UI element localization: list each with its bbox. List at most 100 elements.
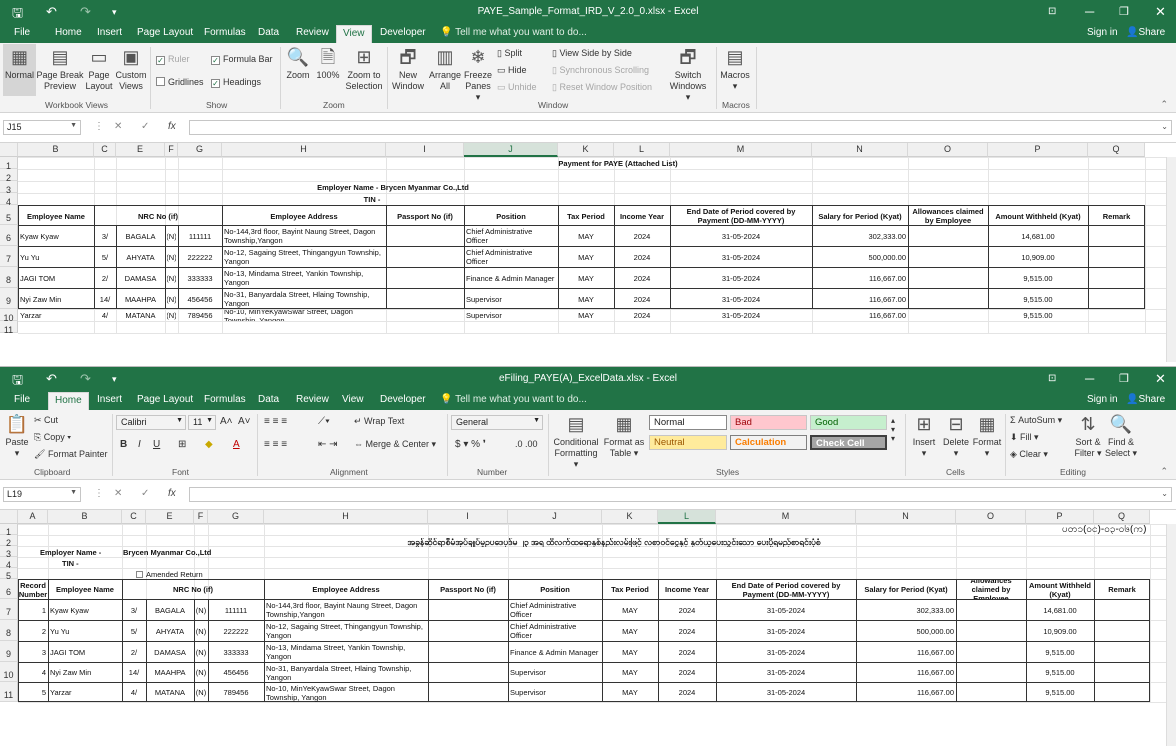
font-name-select[interactable]: Calibri ▼ xyxy=(116,415,186,430)
reset-window-position-button[interactable]: ▯ Reset Window Position xyxy=(552,82,652,93)
style-calculation[interactable]: Calculation xyxy=(730,435,807,450)
worksheet-grid[interactable]: A B C E F G H I J K L M N O P Q 1 2 3 4 5 6 7 8 9 10 11 ပတ၁(ဝင)-ဝ၃-… xyxy=(0,510,1176,746)
gridlines-checkbox[interactable]: Gridlines xyxy=(156,77,204,87)
clear-button[interactable]: ◈ Clear ▾ xyxy=(1010,449,1048,460)
checkbox-icon[interactable] xyxy=(136,571,143,578)
freeze-panes-button[interactable]: ❄ Freeze Panes ▾ xyxy=(463,46,493,103)
column-header[interactable]: C xyxy=(122,510,146,524)
cancel-icon[interactable]: ✕ xyxy=(114,488,122,499)
tab-formulas[interactable]: Formulas xyxy=(204,394,246,405)
row-header[interactable]: 11 xyxy=(0,682,18,702)
column-header[interactable]: A xyxy=(18,510,48,524)
name-box[interactable]: J15 ▼ xyxy=(3,120,81,135)
column-header[interactable]: K xyxy=(602,510,658,524)
bold-button[interactable]: B xyxy=(120,439,127,450)
column-header[interactable]: P xyxy=(1026,510,1094,524)
row-header[interactable]: 10 xyxy=(0,662,18,682)
cut-button[interactable]: ✂ Cut xyxy=(34,415,58,426)
delete-cells-button[interactable]: ⊟ Delete ▾ xyxy=(940,413,972,459)
column-header[interactable]: L xyxy=(614,143,670,157)
worksheet-grid[interactable]: B C E F G H I J K L M N O P Q 1 2 3 4 5 6 7 8 9 10 11 Payment for … xyxy=(0,143,1176,362)
fill-button[interactable]: ⬇ Fill ▾ xyxy=(1010,432,1039,443)
ribbon-display-icon[interactable]: ⊡ xyxy=(1048,373,1056,384)
format-cells-button[interactable]: ▦ Format ▾ xyxy=(972,413,1002,459)
wrap-text-button[interactable]: ↵ Wrap Text xyxy=(354,416,404,427)
column-header[interactable]: I xyxy=(386,143,464,157)
name-box[interactable]: L19 ▼ xyxy=(3,487,81,502)
underline-button[interactable]: U xyxy=(153,439,160,450)
formula-input[interactable] xyxy=(189,120,1172,135)
style-normal[interactable]: Normal xyxy=(649,415,727,430)
select-all-corner[interactable] xyxy=(0,510,18,524)
tab-page-layout[interactable]: Page Layout xyxy=(137,27,193,38)
column-header[interactable]: M xyxy=(716,510,856,524)
new-window-button[interactable]: 🗗 New Window xyxy=(390,46,426,92)
column-header[interactable]: G xyxy=(178,143,222,157)
style-check-cell[interactable]: Check Cell xyxy=(810,435,887,450)
tab-view[interactable]: View xyxy=(342,394,364,405)
restore-icon[interactable]: ❐ xyxy=(1119,5,1129,18)
currency-icon[interactable]: $ ▾ % ❜ xyxy=(455,439,486,450)
column-header[interactable]: J xyxy=(464,143,558,157)
decimal-icon[interactable]: .0 .00 xyxy=(515,439,538,449)
headings-checkbox[interactable]: ✓ Headings xyxy=(211,77,261,88)
vertical-scrollbar[interactable] xyxy=(1166,524,1176,746)
row-header[interactable]: 4 xyxy=(0,557,18,570)
row-header[interactable]: 6 xyxy=(0,579,18,599)
row-header[interactable]: 6 xyxy=(0,225,18,246)
borders-icon[interactable]: ⊞ xyxy=(178,439,186,450)
styles-scroll-icon[interactable]: ▴ ▾ ▾ xyxy=(891,416,895,443)
decrease-font-icon[interactable]: A˅ xyxy=(238,416,251,427)
tab-file[interactable]: File xyxy=(14,394,30,405)
tab-formulas[interactable]: Formulas xyxy=(204,27,246,38)
restore-icon[interactable]: ❐ xyxy=(1119,372,1129,385)
tab-data[interactable]: Data xyxy=(258,27,279,38)
zoom-button[interactable]: 🔍 Zoom xyxy=(284,46,312,81)
column-header[interactable]: B xyxy=(48,510,122,524)
insert-function-icon[interactable]: fx xyxy=(168,121,176,132)
row-header[interactable]: 5 xyxy=(0,568,18,581)
format-as-table-button[interactable]: ▦ Format as Table ▾ xyxy=(603,413,645,459)
column-header[interactable]: B xyxy=(18,143,94,157)
copy-button[interactable]: ⎘ Copy ▾ xyxy=(34,432,71,443)
autosum-button[interactable]: Σ AutoSum ▾ xyxy=(1010,415,1062,426)
tab-home[interactable]: Home xyxy=(48,392,89,410)
tab-home[interactable]: Home xyxy=(55,27,82,38)
enter-icon[interactable]: ✓ xyxy=(141,121,149,132)
row-header[interactable]: 2 xyxy=(0,169,18,183)
row-header[interactable]: 9 xyxy=(0,641,18,662)
row-header[interactable]: 11 xyxy=(0,321,18,335)
column-header[interactable]: Q xyxy=(1094,510,1150,524)
tab-data[interactable]: Data xyxy=(258,394,279,405)
tell-me-search[interactable]: 💡 Tell me what you want to do... xyxy=(440,27,587,38)
formula-bar-checkbox[interactable]: ✓ Formula Bar xyxy=(211,54,273,65)
zoom-to-selection-button[interactable]: ⊞ Zoom to Selection xyxy=(344,46,384,92)
style-neutral[interactable]: Neutral xyxy=(649,435,727,450)
share-button[interactable]: 👤Share xyxy=(1126,394,1165,405)
sort-filter-button[interactable]: ⇅ Sort & Filter ▾ xyxy=(1072,413,1104,459)
custom-views-button[interactable]: ▣ Custom Views xyxy=(114,46,148,92)
align-top-icon[interactable]: ≡ ≡ ≡ xyxy=(264,416,287,427)
tab-developer[interactable]: Developer xyxy=(380,27,426,38)
column-header[interactable]: N xyxy=(812,143,908,157)
column-header[interactable]: H xyxy=(264,510,428,524)
indent-icon[interactable]: ⇤ ⇥ xyxy=(318,439,338,450)
hide-button[interactable]: ▭ Hide xyxy=(497,65,527,76)
row-header[interactable]: 10 xyxy=(0,309,18,323)
column-header[interactable]: C xyxy=(94,143,116,157)
close-icon[interactable]: ✕ xyxy=(1155,4,1166,20)
fill-color-icon[interactable]: ◆ xyxy=(205,439,213,450)
column-header[interactable]: L xyxy=(658,510,716,524)
row-header[interactable]: 3 xyxy=(0,181,18,195)
tell-me-search[interactable]: 💡 Tell me what you want to do... xyxy=(440,394,587,405)
increase-font-icon[interactable]: A˄ xyxy=(220,416,233,427)
row-header[interactable]: 1 xyxy=(0,524,18,537)
row-header[interactable]: 7 xyxy=(0,599,18,620)
column-header[interactable]: O xyxy=(908,143,988,157)
font-size-select[interactable]: 11 ▼ xyxy=(188,415,216,430)
column-header[interactable]: H xyxy=(222,143,386,157)
unhide-button[interactable]: ▭ Unhide xyxy=(497,82,537,93)
arrange-all-button[interactable]: ▥ Arrange All xyxy=(427,46,463,92)
format-painter-button[interactable]: 🖌 Format Painter xyxy=(34,449,107,460)
close-icon[interactable]: ✕ xyxy=(1155,371,1166,387)
